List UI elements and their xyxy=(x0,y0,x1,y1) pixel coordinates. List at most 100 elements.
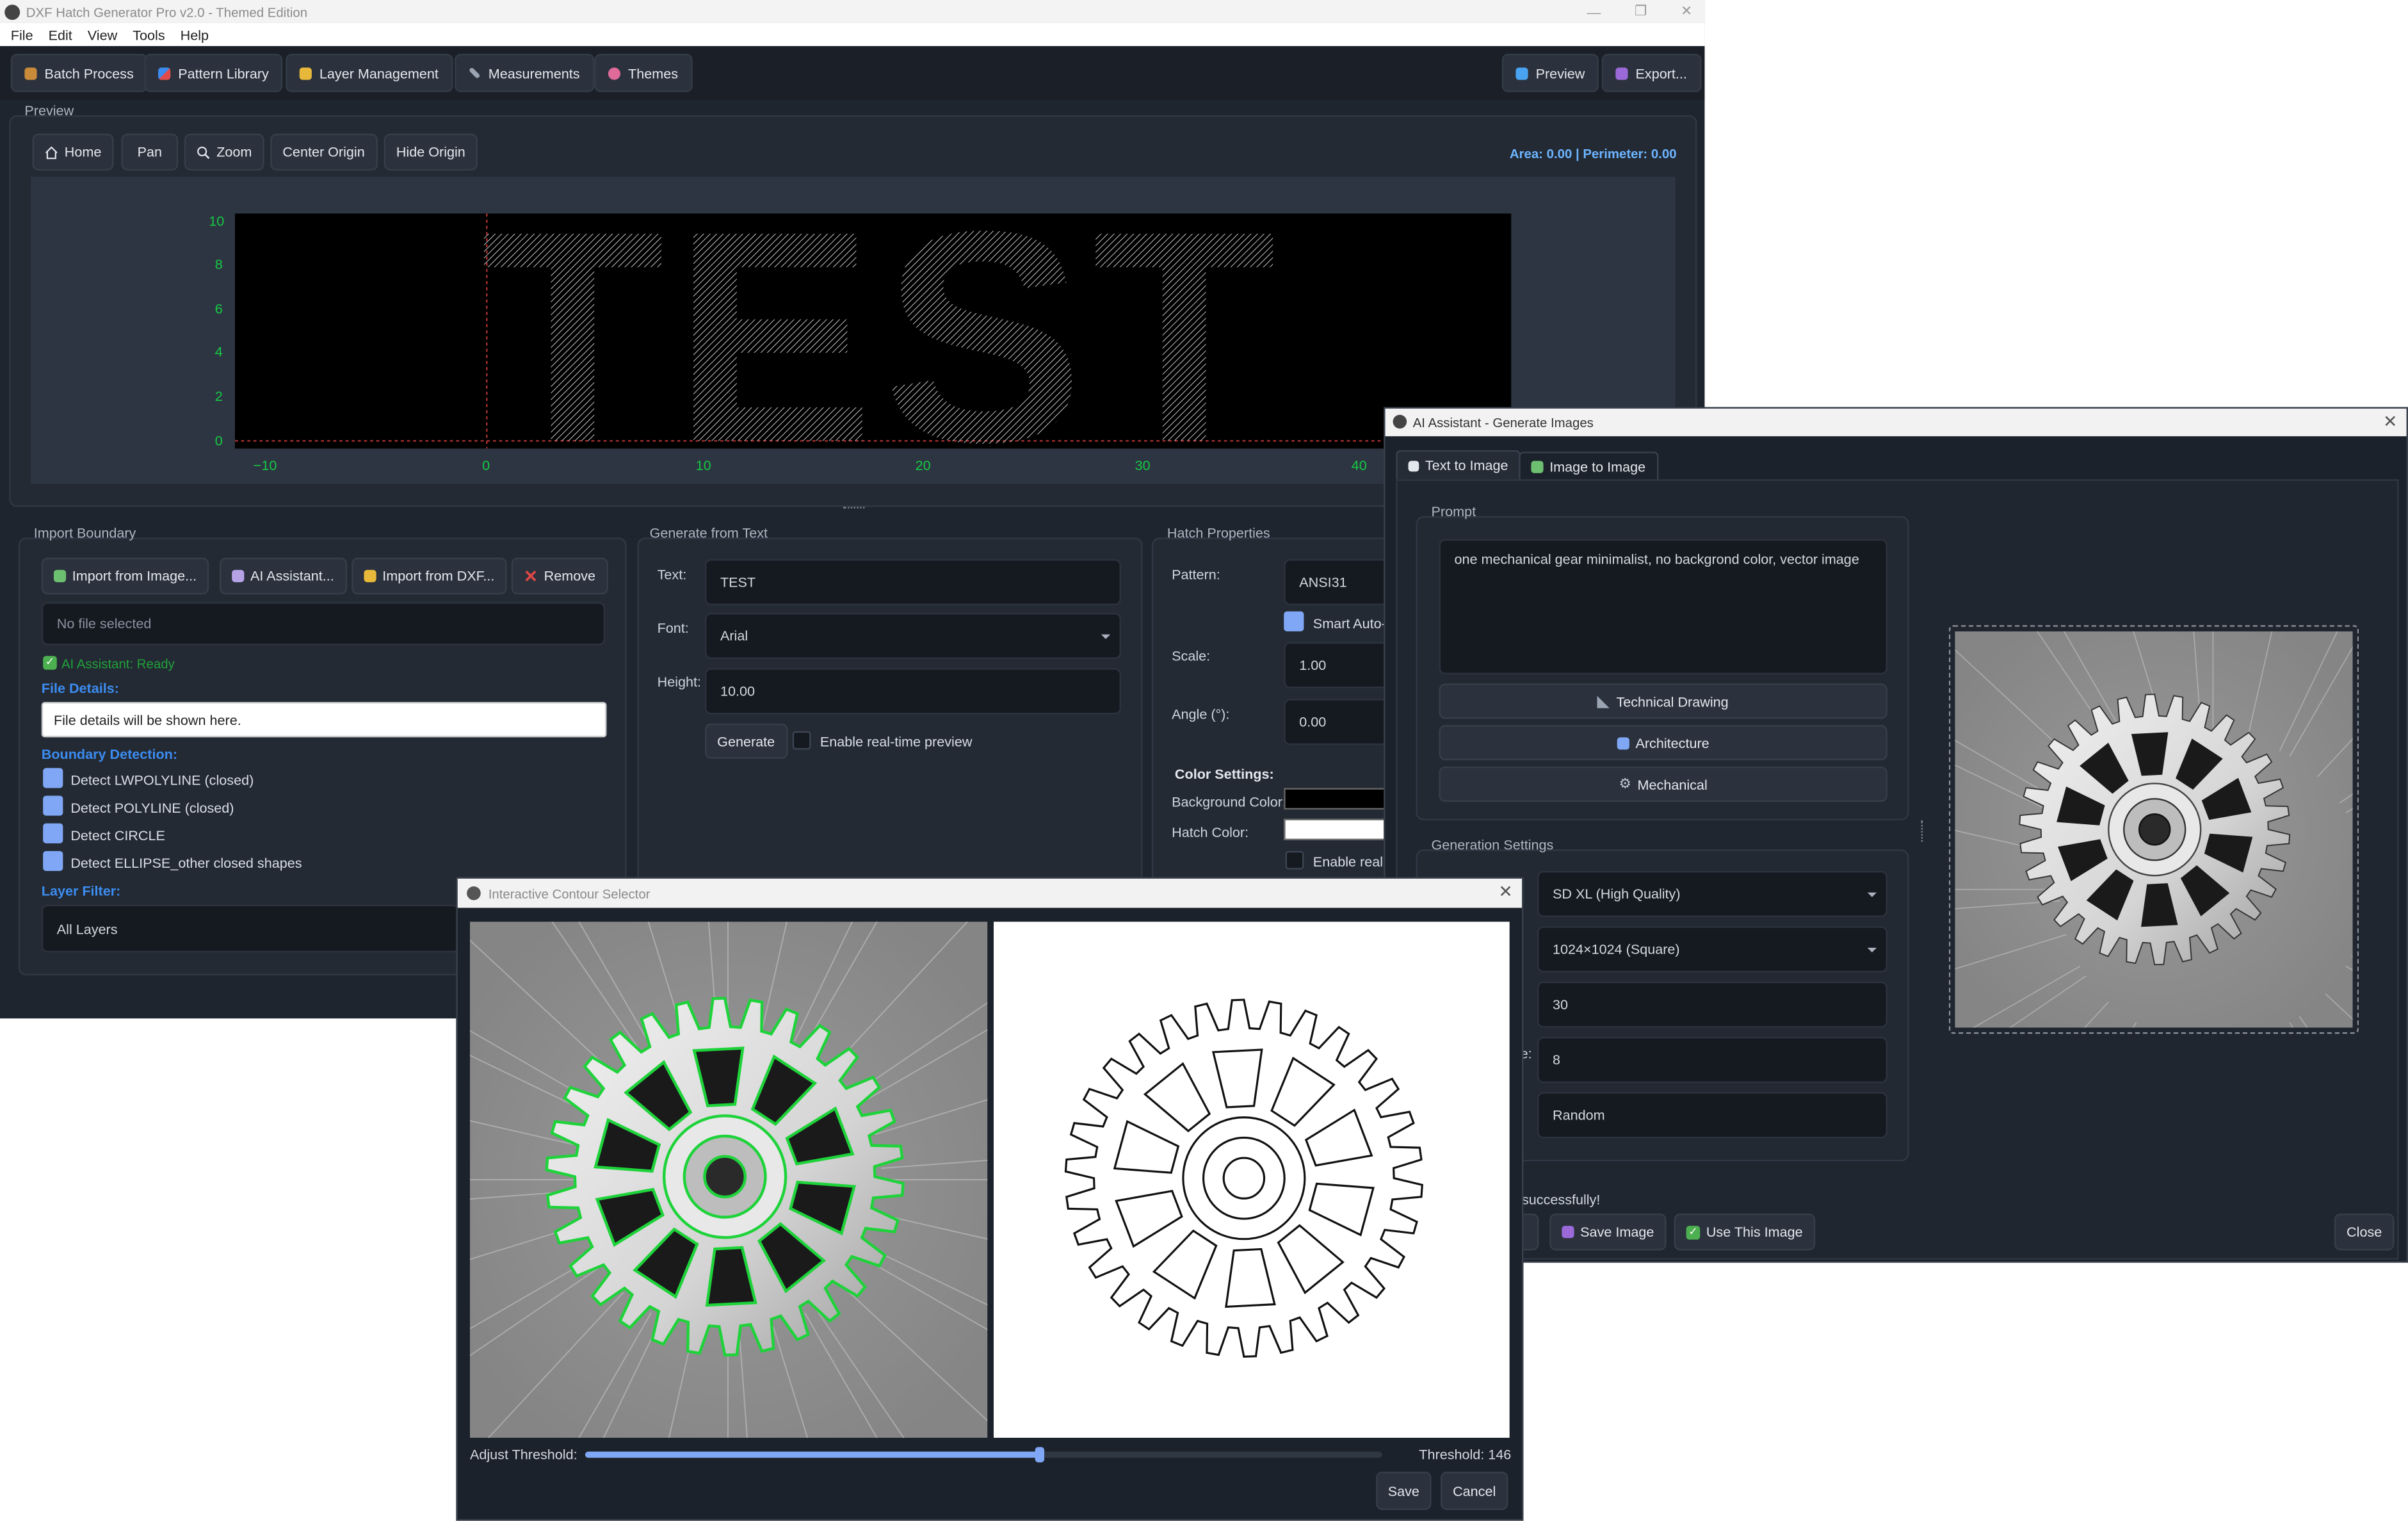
zoom-button[interactable]: Zoom xyxy=(184,133,264,171)
hide-origin-label: Hide Origin xyxy=(396,144,465,160)
building-icon xyxy=(1617,736,1629,749)
steps-spinbox[interactable]: 30 xyxy=(1537,981,1887,1028)
layer-filter-select[interactable]: All Layers xyxy=(41,904,460,953)
realtime-preview-checkbox[interactable] xyxy=(792,731,811,750)
import-from-image-button[interactable]: Import from Image... xyxy=(41,557,209,595)
import-from-dxf-button[interactable]: Import from DXF... xyxy=(352,557,507,595)
model-select[interactable]: SD XL (High Quality) xyxy=(1537,871,1887,917)
batch-process-label: Batch Process xyxy=(44,65,134,81)
detect-circle-checkbox[interactable] xyxy=(43,823,63,843)
adjust-threshold-label: Adjust Threshold: xyxy=(469,1447,578,1463)
restore-icon[interactable]: ❐ xyxy=(1635,3,1647,20)
measurements-button[interactable]: Measurements xyxy=(454,53,594,92)
threshold-slider[interactable] xyxy=(585,1447,1382,1463)
triangle-ruler-icon xyxy=(1597,695,1610,708)
tab-image-to-image[interactable]: Image to Image xyxy=(1519,451,1658,481)
hide-origin-button[interactable]: Hide Origin xyxy=(384,133,478,171)
remove-button[interactable]: ✕ Remove xyxy=(511,557,608,595)
preview-label: Preview xyxy=(1535,65,1585,81)
contour-dialog-title: Interactive Contour Selector xyxy=(488,885,650,901)
detect-polyline-checkbox[interactable] xyxy=(43,795,63,816)
contour-source-image[interactable] xyxy=(469,922,988,1438)
x-tick: 40 xyxy=(1351,457,1367,473)
size-select[interactable]: 1024×1024 (Square) xyxy=(1537,926,1887,973)
seed-input[interactable]: Random xyxy=(1537,1092,1887,1139)
guidance-spinbox[interactable]: 8 xyxy=(1537,1037,1887,1084)
threshold-slider-handle[interactable] xyxy=(1035,1447,1044,1463)
close-label: Close xyxy=(2347,1224,2382,1240)
hatch-properties-label: Hatch Properties xyxy=(1167,525,1270,541)
palette-icon xyxy=(608,67,621,79)
batch-process-button[interactable]: Batch Process xyxy=(10,53,148,92)
detect-lwpolyline-label: Detect LWPOLYLINE (closed) xyxy=(70,772,254,788)
ai-status: AI Assistant: Ready xyxy=(61,656,175,672)
technical-drawing-button[interactable]: Technical Drawing xyxy=(1439,683,1887,719)
x-tick: 20 xyxy=(915,457,931,473)
file-path-field[interactable]: No file selected xyxy=(41,602,606,646)
menu-tools[interactable]: Tools xyxy=(133,27,165,42)
save-icon xyxy=(1615,67,1628,79)
gear-bore xyxy=(2138,813,2171,846)
layer-management-button[interactable]: Layer Management xyxy=(286,53,453,92)
close-icon[interactable]: ✕ xyxy=(1499,882,1513,902)
angle-label: Angle (°): xyxy=(1172,706,1230,722)
save-image-label: Save Image xyxy=(1580,1224,1654,1240)
home-icon xyxy=(45,145,58,159)
books-icon xyxy=(158,67,171,79)
home-button[interactable]: Home xyxy=(32,133,114,171)
mechanical-label: Mechanical xyxy=(1637,776,1708,792)
app-icon xyxy=(4,3,20,19)
preview-button[interactable]: Preview xyxy=(1501,53,1599,92)
minimize-icon[interactable]: — xyxy=(1587,4,1601,19)
close-icon[interactable]: ✕ xyxy=(2383,412,2397,432)
y-tick: 10 xyxy=(209,213,225,229)
export-button[interactable]: Export... xyxy=(1601,53,1701,92)
splitter-handle[interactable] xyxy=(1921,820,1925,842)
menu-file[interactable]: File xyxy=(11,27,33,42)
detect-ellipse-checkbox[interactable] xyxy=(43,850,63,872)
y-tick: 4 xyxy=(214,344,223,360)
save-button[interactable]: Save xyxy=(1376,1471,1432,1510)
close-icon[interactable]: ✕ xyxy=(1681,3,1692,20)
zoom-label: Zoom xyxy=(216,144,252,160)
menu-view[interactable]: View xyxy=(88,27,117,42)
enable-realtime-label: Enable real- xyxy=(1313,854,1388,870)
pattern-library-button[interactable]: Pattern Library xyxy=(144,53,283,92)
text-input[interactable]: TEST xyxy=(704,559,1121,606)
detect-lwpolyline-checkbox[interactable] xyxy=(43,768,63,788)
cancel-button[interactable]: Cancel xyxy=(1440,1471,1508,1510)
smart-auto-checkbox[interactable] xyxy=(1284,611,1304,631)
pan-button[interactable]: Pan xyxy=(121,133,179,171)
window-title: DXF Hatch Generator Pro v2.0 - Themed Ed… xyxy=(26,3,308,19)
ai-assistant-button[interactable]: AI Assistant... xyxy=(219,557,346,595)
plot-area[interactable]: TEST xyxy=(234,213,1512,449)
close-button[interactable]: Close xyxy=(2334,1213,2395,1251)
h-icon xyxy=(1408,460,1419,471)
file-details-box: File details will be shown here. xyxy=(41,702,607,738)
detect-circle-label: Detect CIRCLE xyxy=(70,827,165,843)
prompt-textarea[interactable]: one mechanical gear minimalist, no backg… xyxy=(1439,539,1887,674)
font-select[interactable]: Arial xyxy=(704,613,1121,659)
generated-gear-image xyxy=(1955,631,2353,1028)
themes-button[interactable]: Themes xyxy=(594,53,692,92)
architecture-button[interactable]: Architecture xyxy=(1439,725,1887,761)
y-tick: 0 xyxy=(214,433,223,449)
splitter-handle[interactable] xyxy=(843,507,865,510)
mechanical-button[interactable]: ⚙ Mechanical xyxy=(1439,766,1887,802)
x-tick: 0 xyxy=(482,457,490,473)
generate-button[interactable]: Generate xyxy=(704,723,788,759)
save-image-button[interactable]: Save Image xyxy=(1549,1213,1667,1251)
menu-edit[interactable]: Edit xyxy=(49,27,72,42)
menu-help[interactable]: Help xyxy=(181,27,209,42)
use-image-button[interactable]: ✓ Use This Image xyxy=(1674,1213,1815,1251)
detect-ellipse-label: Detect ELLIPSE_other closed shapes xyxy=(70,856,302,872)
hatched-text: TEST xyxy=(481,213,1276,448)
tab-text-to-image[interactable]: Text to Image xyxy=(1396,450,1521,480)
background-color-label: Background Color: xyxy=(1172,794,1286,810)
center-origin-button[interactable]: Center Origin xyxy=(270,133,377,171)
model-value: SD XL (High Quality) xyxy=(1552,886,1681,902)
save-label: Save xyxy=(1387,1483,1419,1499)
height-spinbox[interactable]: 10.00 xyxy=(704,668,1121,715)
enable-realtime-checkbox[interactable] xyxy=(1285,850,1304,870)
threshold-value: Threshold: 146 xyxy=(1419,1447,1512,1463)
